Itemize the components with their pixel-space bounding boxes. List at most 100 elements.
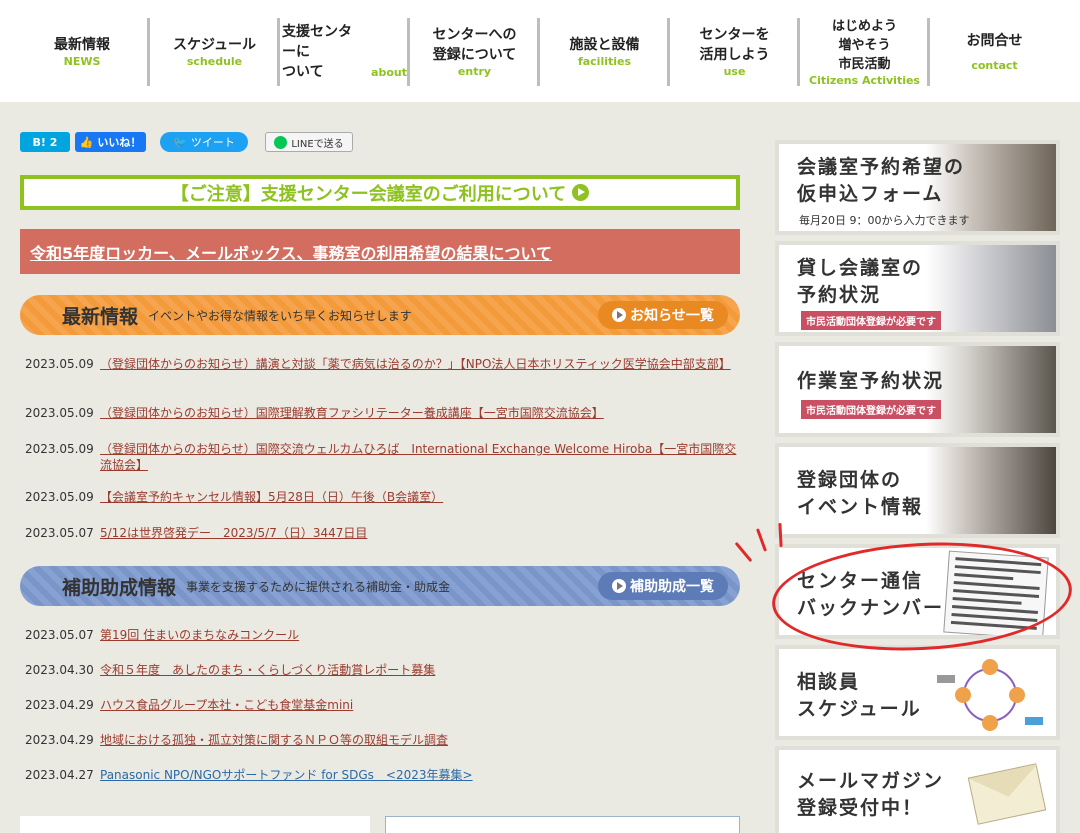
grant-title-link[interactable]: ハウス食品グループ本社・こども食堂基金mini	[100, 697, 353, 713]
sidebar-meeting-room-form[interactable]: 会議室予約希望の 仮申込フォーム 毎月20日 9：00から入力できます	[775, 140, 1060, 235]
nav-citizens-label: はじめよう 増やそう 市民活動	[831, 18, 897, 72]
sidebar-card-title: 貸し会議室の 予約状況	[797, 257, 924, 306]
nav-facilities[interactable]: 施設と設備 facilities	[542, 18, 667, 86]
envelope-icon	[967, 763, 1047, 825]
news-section-title: 最新情報	[62, 305, 139, 328]
nav-divider	[537, 18, 540, 86]
grant-section-description: 事業を支援するために提供される補助金・助成金	[186, 579, 451, 594]
bottom-banner-right[interactable]	[385, 816, 740, 833]
arrow-circle-icon	[572, 184, 590, 201]
sidebar-room-reservation-status[interactable]: 貸し会議室の 予約状況 市民活動団体登録が必要です	[775, 241, 1060, 336]
grant-item: 2023.05.07 第19回 住まいのまちなみコンクール	[25, 627, 737, 643]
room-photo	[926, 245, 1056, 332]
news-section-header: 最新情報 イベントやお得な情報をいち早くお知らせします お知らせ一覧	[20, 295, 740, 335]
nav-use[interactable]: センターを 活用しよう use	[672, 18, 797, 86]
news-section-description: イベントやお得な情報をいち早くお知らせします	[148, 308, 412, 323]
line-logo-icon	[274, 135, 288, 149]
nav-divider	[667, 18, 670, 86]
nav-about-label: 支援センターに ついて	[282, 24, 352, 80]
facebook-like-button[interactable]: 👍 いいね！	[75, 132, 146, 152]
news-title-link[interactable]: （登録団体からのお知らせ）国際理解教育ファシリテーター養成講座【一宮市国際交流協…	[100, 405, 604, 421]
registration-required-tag: 市民活動団体登録が必要です	[801, 400, 941, 419]
news-title-link[interactable]: 【会議室予約キャンセル情報】5月28日（日）午後（B会議室）	[100, 489, 443, 505]
news-list-button[interactable]: お知らせ一覧	[598, 301, 728, 329]
nav-citizens-activities[interactable]: はじめよう 増やそう 市民活動 Citizens Activities	[802, 18, 927, 87]
bottom-banner-left[interactable]	[20, 816, 370, 833]
facebook-like-label: いいね！	[97, 136, 142, 149]
news-date: 2023.05.09	[25, 490, 94, 504]
red-emphasis-mark	[755, 528, 768, 552]
nav-news-sub: NEWS	[63, 55, 101, 68]
grant-title-link[interactable]: 地域における孤独・孤立対策に関するＮＰＯ等の取組モデル調査	[100, 732, 448, 748]
nav-entry[interactable]: センターへの 登録について entry	[412, 18, 537, 86]
news-item: 2023.05.09 （登録団体からのお知らせ）国際理解教育ファシリテーター養成…	[25, 405, 737, 421]
grant-section-title: 補助助成情報	[62, 576, 177, 599]
event-photo	[926, 447, 1056, 534]
news-title-link[interactable]: （登録団体からのお知らせ）講演と対談「薬で病気は治るのか？」【NPO法人日本ホリ…	[100, 356, 731, 372]
nav-about-sub: about	[371, 66, 407, 79]
line-share-label: LINEで送る	[291, 138, 344, 150]
nav-news-label: 最新情報	[54, 37, 110, 53]
grant-list-button[interactable]: 補助助成一覧	[598, 572, 728, 600]
nav-schedule[interactable]: スケジュール schedule	[152, 18, 277, 86]
nav-divider	[277, 18, 280, 86]
sidebar-workroom-reservation-status[interactable]: 作業室予約状況 市民活動団体登録が必要です	[775, 342, 1060, 437]
sidebar-card-title: メールマガジン 登録受付中！	[797, 770, 945, 819]
workroom-photo	[926, 346, 1056, 433]
global-nav: 最新情報 NEWS スケジュール schedule 支援センターに ついて ab…	[0, 0, 1080, 102]
sidebar-group-events[interactable]: 登録団体の イベント情報	[775, 443, 1060, 538]
grant-list-label: 補助助成一覧	[630, 579, 714, 595]
news-title-link[interactable]: （登録団体からのお知らせ）国際交流ウェルカムひろば International …	[100, 441, 737, 473]
notice-label: 【ご注意】支援センター会議室のご利用について	[170, 183, 567, 205]
news-item: 2023.05.09 （登録団体からのお知らせ）講演と対談「薬で病気は治るのか？…	[25, 356, 737, 372]
grant-title-link[interactable]: 令和５年度 あしたのまち・くらしづくり活動賞レポート募集	[100, 662, 435, 678]
nav-contact[interactable]: お問合せ contact	[932, 18, 1057, 86]
nav-schedule-sub: schedule	[186, 55, 243, 68]
news-date: 2023.05.09	[25, 406, 94, 420]
sidebar-card-title: 作業室予約状況	[797, 370, 945, 392]
nav-citizens-sub: Citizens Activities	[809, 73, 920, 87]
news-title-link[interactable]: 5/12は世界啓発デー 2023/5/7（日）3447日目	[100, 525, 367, 541]
meeting-room-notice-link[interactable]: 【ご注意】支援センター会議室のご利用について	[20, 175, 740, 210]
arrow-circle-icon	[612, 308, 627, 322]
grant-date: 2023.05.07	[25, 628, 94, 642]
twitter-bird-icon: 🐦	[173, 135, 187, 149]
nav-use-label: センターを 活用しよう	[699, 27, 770, 63]
nav-entry-label: センターへの 登録について	[432, 27, 517, 63]
nav-about-row: 支援センターに ついて about	[282, 22, 407, 82]
red-emphasis-mark	[734, 541, 753, 563]
grant-item: 2023.04.29 地域における孤独・孤立対策に関するＮＰＯ等の取組モデル調査	[25, 732, 737, 748]
grant-date: 2023.04.29	[25, 733, 94, 747]
nav-divider	[797, 18, 800, 86]
grant-date: 2023.04.29	[25, 698, 94, 712]
sidebar-card-title: 登録団体の イベント情報	[797, 469, 924, 518]
sidebar-card-title: 会議室予約希望の 仮申込フォーム	[797, 156, 966, 205]
sidebar-card-title: 相談員 スケジュール	[797, 671, 922, 720]
nav-divider	[407, 18, 410, 86]
grant-date: 2023.04.30	[25, 663, 94, 677]
nav-news[interactable]: 最新情報 NEWS	[32, 18, 132, 86]
news-list-label: お知らせ一覧	[630, 308, 714, 324]
news-item: 2023.05.09 【会議室予約キャンセル情報】5月28日（日）午後（B会議室…	[25, 489, 737, 505]
news-date: 2023.05.09	[25, 442, 94, 456]
grant-title-link[interactable]: 第19回 住まいのまちなみコンクール	[100, 627, 299, 643]
sidebar-mail-magazine[interactable]: メールマガジン 登録受付中！	[775, 746, 1060, 833]
news-item: 2023.05.09 （登録団体からのお知らせ）国際交流ウェルカムひろば Int…	[25, 441, 737, 473]
nav-about[interactable]: 支援センターに ついて about	[282, 18, 407, 86]
sidebar-counselor-schedule[interactable]: 相談員 スケジュール	[775, 645, 1060, 740]
twitter-tweet-button[interactable]: 🐦 ツイート	[160, 132, 248, 152]
news-date: 2023.05.07	[25, 526, 94, 540]
nav-entry-sub: entry	[457, 65, 492, 78]
thumbs-up-icon: 👍	[79, 135, 94, 149]
nav-divider	[147, 18, 150, 86]
grant-section-header: 補助助成情報 事業を支援するために提供される補助金・助成金 補助助成一覧	[20, 566, 740, 606]
news-date: 2023.05.09	[25, 357, 94, 371]
consultation-flow-diagram	[937, 659, 1043, 731]
nav-facilities-sub: facilities	[577, 55, 632, 68]
hatena-bookmark-button[interactable]: B! 2	[20, 132, 70, 152]
nav-facilities-label: 施設と設備	[569, 37, 640, 53]
line-share-button[interactable]: LINEで送る	[265, 132, 353, 152]
locker-result-banner[interactable]: 令和5年度ロッカー、メールボックス、事務室の利用希望の結果について	[20, 229, 740, 274]
grant-item: 2023.04.29 ハウス食品グループ本社・こども食堂基金mini	[25, 697, 737, 713]
grant-title-link[interactable]: Panasonic NPO/NGOサポートファンド for SDGs <2023…	[100, 767, 473, 783]
